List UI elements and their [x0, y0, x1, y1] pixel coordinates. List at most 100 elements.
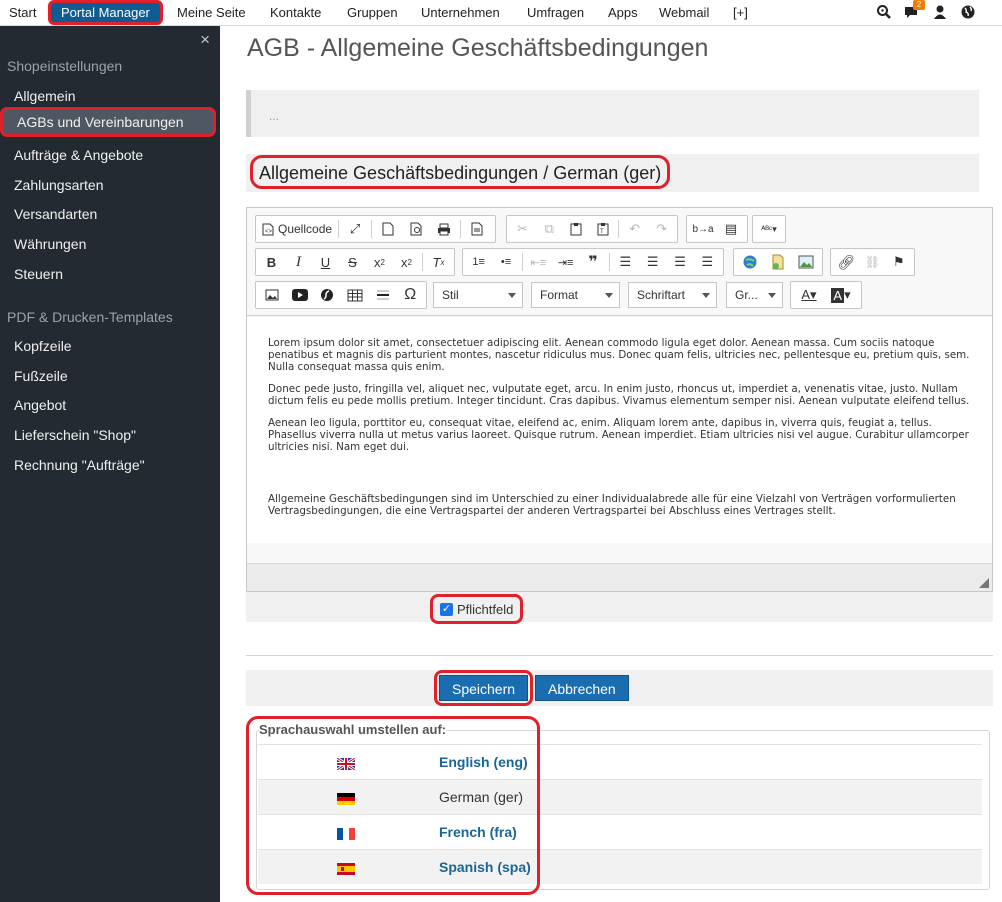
nav-start[interactable]: Start [9, 0, 36, 25]
sidebar-item-waehrungen[interactable]: Währungen [0, 229, 220, 259]
redo-icon[interactable]: ↷ [648, 217, 675, 241]
format-combo[interactable]: Format [531, 282, 620, 308]
web-link-icon[interactable] [736, 250, 764, 274]
preview-icon[interactable] [402, 217, 430, 241]
sidebar-item-angebot[interactable]: Angebot [0, 390, 220, 420]
horizontal-rule-icon[interactable] [369, 283, 397, 307]
cut-icon[interactable]: ✂ [509, 217, 536, 241]
resize-handle[interactable] [979, 578, 989, 588]
blockquote-icon[interactable]: ❞ [579, 250, 606, 274]
content-paragraph-2: Donec pede justo, fringilla vel, aliquet… [268, 383, 970, 407]
sidebar-item-zahlungsarten[interactable]: Zahlungsarten [0, 170, 220, 200]
editor-content[interactable]: Lorem ipsum dolor sit amet, consectetuer… [247, 317, 992, 543]
link-icon[interactable]: 🔗︎ [833, 250, 859, 274]
undo-icon[interactable]: ↶ [621, 217, 648, 241]
save-button[interactable]: Speichern [439, 675, 529, 701]
anchor-flag-icon[interactable]: ⚑ [886, 250, 912, 274]
nav-apps[interactable]: Apps [608, 0, 638, 25]
required-label: Pflichtfeld [457, 601, 514, 617]
language-highlight [246, 716, 540, 895]
select-all-icon[interactable]: ▤ [717, 217, 745, 241]
toolbar-group-insert: Ω [255, 281, 427, 309]
align-left-icon[interactable]: ☰ [612, 250, 639, 274]
sidebar-item-rechnung[interactable]: Rechnung "Aufträge" [0, 450, 220, 480]
insert-image-icon[interactable] [792, 250, 820, 274]
spellcheck-icon[interactable]: ᴬᴮᶜ▾ [755, 217, 783, 241]
source-label: Quellcode [278, 222, 333, 236]
globe-icon[interactable] [960, 4, 976, 20]
copy-icon[interactable]: ⧉ [536, 217, 563, 241]
text-color-icon[interactable]: A▾ [793, 283, 825, 307]
notification-badge: 2 [913, 0, 925, 10]
divider [246, 655, 993, 656]
special-char-icon[interactable]: Ω [396, 283, 424, 307]
bold-icon[interactable]: B [258, 250, 285, 274]
breadcrumb: ... [246, 90, 979, 137]
find-replace-icon[interactable]: b→a [689, 217, 717, 241]
strike-icon[interactable]: S [339, 250, 366, 274]
maximize-icon[interactable]: ⤢ [341, 217, 369, 241]
sidebar-item-steuern[interactable]: Steuern [0, 259, 220, 289]
align-center-icon[interactable]: ☰ [639, 250, 666, 274]
paste-icon[interactable] [563, 217, 590, 241]
nav-more[interactable]: [+] [733, 0, 748, 25]
nav-portal-manager[interactable]: Portal Manager [48, 0, 163, 25]
justify-icon[interactable]: ☰ [694, 250, 721, 274]
nav-kontakte[interactable]: Kontakte [270, 0, 321, 25]
sidebar-section-shop: Shopeinstellungen [7, 58, 123, 74]
insert-file-icon[interactable] [764, 250, 792, 274]
underline-icon[interactable]: U [312, 250, 339, 274]
font-combo[interactable]: Schriftart [628, 282, 717, 308]
sidebar-item-lieferschein[interactable]: Lieferschein "Shop" [0, 420, 220, 450]
sidebar-section-pdf: PDF & Drucken-Templates [7, 309, 173, 325]
sidebar-item-versandarten[interactable]: Versandarten [0, 199, 220, 229]
content-paragraph-4: Allgemeine Geschäftsbedingungen sind im … [268, 493, 956, 517]
image-icon[interactable] [258, 283, 286, 307]
top-icons: 2 [876, 0, 976, 20]
sidebar-item-auftraege[interactable]: Aufträge & Angebote [0, 140, 220, 170]
toolbar-group-colors: A▾ A ▾ [790, 281, 862, 309]
style-combo[interactable]: Stil [433, 282, 523, 308]
print-icon[interactable] [430, 217, 458, 241]
sidebar-item-agbs[interactable]: AGBs und Vereinbarungen [0, 107, 216, 137]
cancel-button[interactable]: Abbrechen [535, 675, 629, 701]
sidebar-item-kopfzeile[interactable]: Kopfzeile [0, 331, 220, 361]
unlink-icon[interactable]: ⛓︎ [859, 250, 885, 274]
bg-color-icon[interactable]: A ▾ [825, 283, 857, 307]
outdent-icon[interactable]: ⇤≡ [525, 250, 552, 274]
chat-icon[interactable]: 2 [904, 0, 925, 20]
flash-icon[interactable] [313, 283, 341, 307]
toolbar-group-spell: ᴬᴮᶜ▾ [752, 215, 786, 243]
svg-text:<>: <> [265, 229, 273, 235]
close-sidebar-icon[interactable]: × [200, 30, 210, 50]
table-icon[interactable] [341, 283, 369, 307]
superscript-icon[interactable]: x2 [393, 250, 420, 274]
required-row: ✓ Pflichtfeld [246, 592, 993, 624]
italic-icon[interactable]: I [285, 250, 312, 274]
templates-icon[interactable] [463, 217, 491, 241]
remove-format-icon[interactable]: Tx [425, 250, 452, 274]
subscript-icon[interactable]: x2 [366, 250, 393, 274]
nav-unternehmen[interactable]: Unternehmen [421, 0, 500, 25]
align-right-icon[interactable]: ☰ [666, 250, 693, 274]
new-page-icon[interactable] [374, 217, 402, 241]
toolbar-group-document: <> Quellcode ⤢ [255, 215, 496, 243]
bulleted-list-icon[interactable]: •≡ [492, 250, 519, 274]
paste-text-icon[interactable]: T [590, 217, 617, 241]
content-paragraph-1: Lorem ipsum dolor sit amet, consectetuer… [268, 337, 970, 373]
nav-meine-seite[interactable]: Meine Seite [177, 0, 246, 25]
nav-gruppen[interactable]: Gruppen [347, 0, 398, 25]
user-icon[interactable] [932, 4, 948, 20]
nav-webmail[interactable]: Webmail [659, 0, 709, 25]
font-size-combo[interactable]: Gr... [726, 282, 783, 308]
required-checkbox[interactable]: ✓ [440, 602, 453, 616]
required-checkbox-wrap[interactable]: ✓ Pflichtfeld [430, 594, 524, 624]
search-icon[interactable] [876, 4, 892, 20]
video-icon[interactable] [286, 283, 314, 307]
source-button[interactable]: <> Quellcode [258, 217, 336, 241]
sidebar-item-fusszeile[interactable]: Fußzeile [0, 361, 220, 391]
numbered-list-icon[interactable]: 1≡ [465, 250, 492, 274]
nav-umfragen[interactable]: Umfragen [527, 0, 584, 25]
indent-icon[interactable]: ⇥≡ [552, 250, 579, 274]
toolbar-group-basicstyles: B I U S x2 x2 Tx [255, 248, 455, 276]
